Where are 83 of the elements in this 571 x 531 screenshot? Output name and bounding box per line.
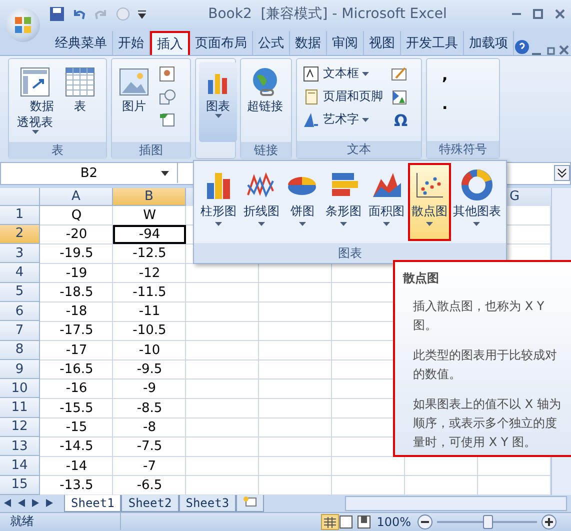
chart-type-button[interactable]: 饼图 [282, 163, 322, 241]
table-cell-text: -17 [64, 342, 88, 360]
table-cell-text: -7.5 [136, 438, 164, 456]
row-header[interactable]: 7 [0, 321, 40, 341]
row-header[interactable]: 2 [0, 224, 40, 244]
row-header[interactable]: 5 [0, 282, 40, 302]
table-cell-text: -12.5 [132, 245, 168, 264]
table-cell-text: -16 [64, 380, 88, 398]
chart-type-button[interactable]: 其他图表 [450, 163, 503, 241]
table-cell-text: W [142, 206, 157, 225]
ribbon-button[interactable]: 艺术字 [300, 110, 385, 130]
row-header[interactable]: 14 [0, 456, 40, 476]
row-header[interactable]: 10 [0, 379, 40, 398]
tooltip-text: 如果图表上的值不以 X 轴为顺序，或表示多个独立的度量时，可使用 X Y 图。 [413, 396, 562, 451]
table-cell-text: -16.5 [58, 361, 94, 380]
window-title: Book2 [兼容模式] - Microsoft Excel [207, 5, 448, 23]
symbol-button[interactable]: Ω [388, 110, 414, 131]
chart-type-button[interactable]: 面积图 [365, 163, 408, 241]
symbol-mark[interactable]: . [430, 96, 460, 112]
column-header[interactable]: A [40, 188, 113, 206]
table-cell-text: -17.5 [58, 322, 94, 340]
table-cell-text: -7 [142, 458, 157, 476]
column-header[interactable]: B [113, 188, 186, 206]
table-cell-text: -14 [64, 458, 88, 476]
row-header[interactable]: 13 [0, 437, 40, 456]
ribbon-button[interactable]: 图片 [115, 62, 153, 142]
row-header[interactable]: 6 [0, 302, 40, 322]
chart-type-button[interactable]: 散点图 [408, 163, 451, 241]
chart-type-button[interactable]: 折线图 [240, 163, 283, 241]
table-cell-text: -9.5 [136, 361, 164, 380]
row-header[interactable]: 4 [0, 263, 40, 283]
table-cell-text: -10 [138, 342, 162, 360]
table-cell-text: -19 [64, 264, 88, 283]
status-text: 就绪 [0, 513, 121, 530]
row-header[interactable]: 3 [0, 244, 40, 264]
name-box[interactable]: B2 [1, 163, 178, 184]
symbol-mark[interactable]: , [430, 68, 460, 83]
ribbon-tab[interactable]: 插入 [150, 30, 190, 55]
row-header[interactable]: 9 [0, 360, 40, 380]
zoom-level[interactable]: 100% [376, 514, 411, 529]
chart-type-button[interactable]: 条形图 [322, 163, 366, 241]
group-label: 特殊符号 [427, 140, 499, 158]
table-cell-text: -12 [138, 264, 162, 283]
table-cell-text: -14.5 [58, 438, 94, 456]
group-label: 表 [9, 142, 106, 159]
ribbon-button[interactable]: 页眉和页脚 [300, 86, 385, 107]
ribbon-button[interactable]: 图表 [199, 62, 237, 142]
sheet-tab[interactable]: Sheet1 [64, 494, 122, 512]
table-cell-text: Q [70, 206, 83, 225]
tooltip-text: 插入散点图，也称为 X Y 图。 [413, 298, 546, 334]
table-cell-text: -20 [64, 226, 88, 244]
table-cell-text: -13.5 [58, 476, 94, 495]
table-cell-text: -18.5 [58, 284, 94, 302]
row-header[interactable]: 11 [0, 398, 40, 418]
row-header[interactable]: 12 [0, 418, 40, 438]
group-label: 图表 [194, 243, 506, 263]
group-label: 链接 [241, 142, 291, 159]
table-cell-text: -15 [64, 418, 88, 437]
group-label: 文本 [297, 140, 421, 158]
table-cell-text: -8.5 [136, 400, 164, 418]
table-cell-text: -6.5 [136, 476, 164, 495]
ribbon-button[interactable]: 文本框 [300, 64, 385, 84]
table-cell-text: -10.5 [132, 322, 168, 340]
row-header[interactable]: 8 [0, 340, 40, 360]
row-header[interactable]: 1 [0, 206, 40, 225]
sheet-tab[interactable]: Sheet3 [178, 494, 236, 512]
table-cell-text: -18 [64, 303, 88, 322]
ribbon-button[interactable]: 数据透视表 [12, 62, 58, 142]
tooltip-text: 此类型的图表用于比较成对的数值。 [413, 347, 558, 383]
group-label: 插图 [112, 142, 190, 159]
tooltip-title: 散点图 [403, 270, 440, 287]
row-header[interactable]: 15 [0, 476, 40, 495]
table-cell-text: -11.5 [132, 284, 168, 302]
table-cell-text: -8 [142, 418, 157, 437]
table-cell: -94 [113, 224, 186, 244]
ribbon-button[interactable]: 表 [61, 62, 99, 142]
table-cell-text: -11 [138, 303, 162, 322]
table-cell-text: -15.5 [58, 400, 94, 418]
sheet-tab[interactable]: Sheet2 [121, 494, 179, 512]
chart-type-button[interactable]: 柱形图 [197, 163, 240, 241]
ribbon-button[interactable]: 超链接 [244, 62, 286, 142]
table-cell-text: -9 [142, 380, 157, 398]
table-cell-text: -19.5 [58, 245, 94, 264]
